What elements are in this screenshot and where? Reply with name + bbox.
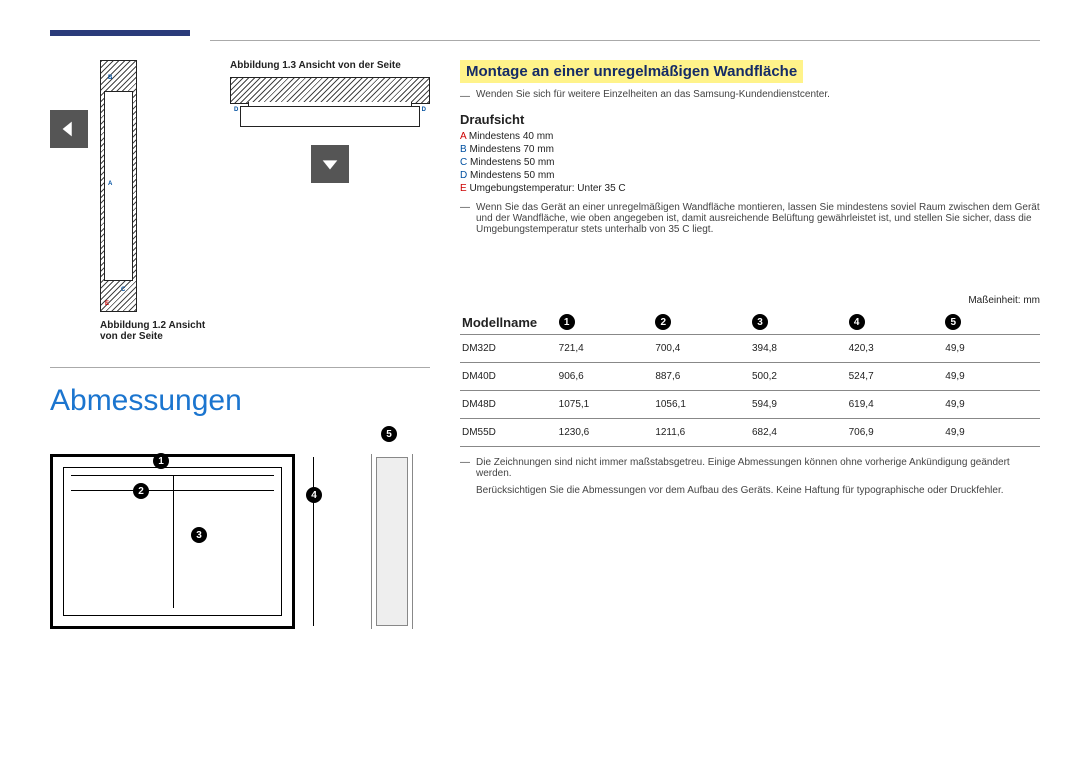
unit-label: Maßeinheit: mm	[460, 295, 1040, 306]
mounting-body: Wenn Sie das Gerät an einer unregelmäßig…	[476, 202, 1040, 235]
col-header-2: 2	[655, 314, 671, 330]
figure-side-view: B A C E	[100, 60, 137, 312]
figure3-caption: Abbildung 1.3 Ansicht von der Seite	[230, 60, 430, 71]
table-row: DM32D 721,4 700,4 394,8 420,3 49,9	[460, 335, 1040, 363]
dim-marker-3: 3	[191, 527, 207, 543]
spec-c-val: Mindestens 50 mm	[470, 157, 554, 168]
label-b: B	[108, 75, 112, 81]
section-divider	[50, 367, 430, 368]
col-header-3: 3	[752, 314, 768, 330]
figure-front-view: 1 2 3 4	[50, 454, 295, 629]
spec-b-key: B	[460, 144, 467, 155]
dash-icon-2: ―	[460, 202, 470, 235]
spec-d-val: Mindestens 50 mm	[470, 170, 554, 181]
table-row: DM48D 1075,1 1056,1 594,9 619,4 49,9	[460, 391, 1040, 419]
mounting-heading: Montage an einer unregelmäßigen Wandfläc…	[460, 60, 803, 83]
spec-a-val: Mindestens 40 mm	[469, 131, 553, 142]
dash-icon: ―	[460, 89, 470, 102]
spec-b-val: Mindestens 70 mm	[469, 144, 553, 155]
col-header-model: Modellname	[460, 310, 557, 335]
section-heading-dimensions: Abmessungen	[50, 384, 430, 418]
page-rule	[210, 40, 1040, 41]
col-header-5: 5	[945, 314, 961, 330]
spec-e-key: E	[460, 183, 467, 194]
footnote-2: Berücksichtigen Sie die Abmessungen vor …	[476, 485, 1040, 496]
dim-marker-2: 2	[133, 483, 149, 499]
label-c: C	[121, 287, 125, 293]
topview-heading: Draufsicht	[460, 112, 1040, 127]
label-d-left: D	[234, 107, 238, 113]
accent-bar	[50, 30, 190, 36]
figure-top-view: D D	[230, 77, 430, 137]
right-column: Montage an einer unregelmäßigen Wandfläc…	[460, 60, 1040, 629]
spec-c-key: C	[460, 157, 467, 168]
dim-marker-5: 5	[381, 426, 397, 442]
spec-e-val: Umgebungstemperatur: Unter 35 C	[469, 183, 625, 194]
col-header-4: 4	[849, 314, 865, 330]
dim-marker-4: 4	[306, 487, 322, 503]
spec-a-key: A	[460, 131, 466, 142]
col-header-1: 1	[559, 314, 575, 330]
figure2-caption: Abbildung 1.2 Ansicht von der Seite	[100, 320, 218, 342]
label-d-right: D	[422, 107, 426, 113]
arrow-down-icon	[311, 145, 349, 183]
arrow-left-icon	[50, 110, 88, 148]
table-row: DM55D 1230,6 1211,6 682,4 706,9 49,9	[460, 419, 1040, 447]
figure-profile-view	[371, 454, 413, 629]
dimensions-table: Modellname 1 2 3 4 5 DM32D 721,4 700,4 3…	[460, 310, 1040, 447]
footnote-1: Die Zeichnungen sind nicht immer maßstab…	[476, 457, 1040, 479]
mounting-note: Wenden Sie sich für weitere Einzelheiten…	[476, 89, 830, 102]
table-row: DM40D 906,6 887,6 500,2 524,7 49,9	[460, 363, 1040, 391]
dim-marker-1: 1	[153, 453, 169, 469]
spec-d-key: D	[460, 170, 467, 181]
left-column: B A C E Abbildung 1.2 Ansicht von der Se…	[50, 60, 430, 629]
dash-icon-3: ―	[460, 457, 470, 496]
label-e: E	[105, 301, 109, 307]
label-a: A	[108, 181, 112, 187]
